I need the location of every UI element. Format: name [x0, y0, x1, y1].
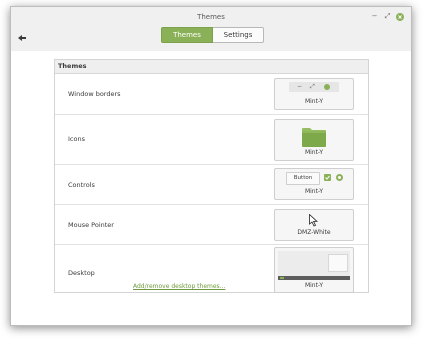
close-button[interactable] [396, 13, 404, 21]
preview-button: Button [286, 172, 320, 185]
add-remove-desktop-themes-link[interactable]: Add/remove desktop themes... [133, 283, 225, 290]
icons-chooser[interactable]: Mint-Y [274, 119, 354, 161]
mouse-pointer-icon [309, 214, 318, 227]
preview-checkbox-icon [324, 174, 331, 181]
preview-calendar [328, 254, 348, 272]
controls-chooser[interactable]: Button Mint-Y [274, 168, 354, 200]
title-bar: Themes − ⤢ Themes Settings [11, 7, 411, 51]
tab-themes[interactable]: Themes [161, 27, 213, 43]
preview-menu-icon [280, 277, 284, 279]
icons-value: Mint-Y [304, 149, 324, 156]
mouse-pointer-label: Mouse Pointer [68, 221, 114, 229]
panel-header: Themes [55, 60, 368, 74]
window-borders-label: Window borders [68, 90, 121, 98]
folder-icon [302, 128, 326, 147]
minimize-button[interactable]: − [370, 12, 379, 21]
controls-label: Controls [68, 181, 95, 189]
preview-minimize-icon: − [297, 83, 303, 90]
mouse-pointer-value: DMZ-White [297, 229, 331, 236]
icons-label: Icons [68, 135, 85, 143]
desktop-value: Mint-Y [304, 282, 324, 289]
back-arrow-icon [18, 35, 26, 41]
window-borders-value: Mint-Y [304, 98, 324, 105]
row-mouse-pointer: Mouse Pointer DMZ-White [55, 205, 368, 245]
window-title: Themes [197, 13, 225, 21]
row-icons: Icons Mint-Y [55, 115, 368, 165]
row-window-borders: Window borders − ⤢ Mint-Y [55, 74, 368, 115]
preview-panel [278, 276, 350, 280]
desktop-chooser[interactable]: Mint-Y [274, 247, 354, 293]
preview-close-icon [324, 84, 330, 90]
mouse-pointer-chooser[interactable]: DMZ-White [274, 209, 354, 241]
desktop-preview-image [278, 251, 350, 280]
row-controls: Controls Button Mint-Y [55, 165, 368, 205]
themes-window: Themes − ⤢ Themes Settings Themes Window… [10, 6, 412, 326]
window-borders-chooser[interactable]: − ⤢ Mint-Y [274, 78, 354, 110]
controls-value: Mint-Y [304, 188, 324, 195]
preview-maximize-icon: ⤢ [310, 83, 315, 90]
desktop-label: Desktop [68, 269, 95, 277]
tab-settings[interactable]: Settings [213, 27, 264, 43]
maximize-button[interactable]: ⤢ [383, 12, 392, 21]
preview-radio-icon [336, 174, 343, 181]
tab-switcher: Themes Settings [161, 27, 264, 43]
back-button[interactable] [16, 28, 28, 41]
close-icon [398, 15, 402, 19]
window-borders-preview: − ⤢ [289, 82, 339, 92]
themes-panel: Themes Window borders − ⤢ Mint-Y Icons M… [54, 59, 369, 293]
